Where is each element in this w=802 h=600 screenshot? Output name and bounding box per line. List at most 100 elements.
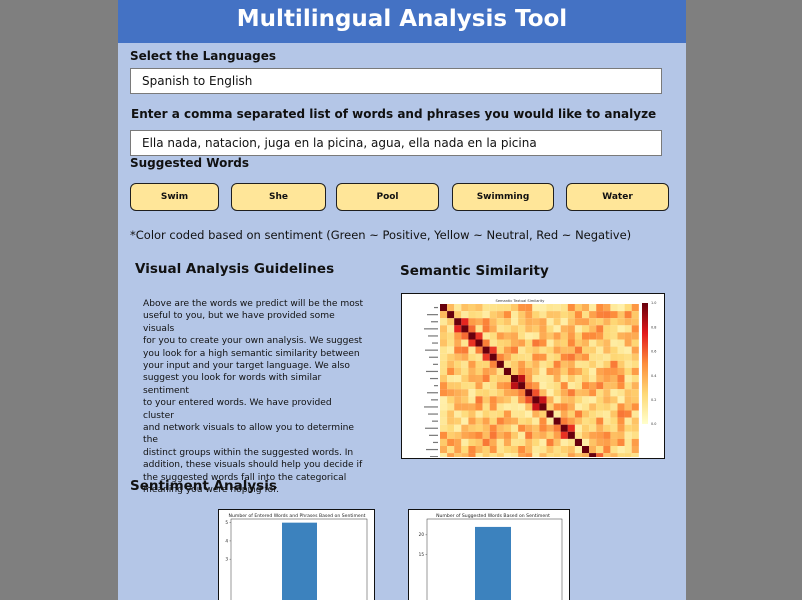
heatmap-cell	[454, 375, 462, 383]
heatmap-cell	[603, 304, 611, 312]
heatmap-cell	[539, 311, 547, 319]
heatmap-cell	[617, 304, 625, 312]
heatmap-cell	[589, 360, 597, 368]
heatmap-cell	[582, 403, 590, 411]
heatmap-cell	[589, 424, 597, 432]
suggested-word-water[interactable]: Water	[566, 183, 669, 211]
heatmap-cell	[560, 438, 568, 447]
heatmap-cell	[511, 353, 519, 361]
heatmap-colorbar	[642, 303, 648, 424]
heatmap-cell	[596, 318, 604, 326]
semantic-similarity-chart: Semantic Textual Similarity 1.0 0.8 0.6 0.4…	[401, 293, 665, 521]
heatmap-cell	[574, 446, 583, 454]
heatmap-cell	[468, 353, 476, 361]
heatmap-cell	[567, 396, 575, 404]
heatmap-cell	[617, 311, 625, 319]
heatmap-cell	[440, 339, 448, 347]
heatmap-cell	[589, 403, 597, 411]
heatmap-cell	[468, 346, 476, 354]
heatmap-cell	[454, 339, 462, 347]
heatmap-cell	[496, 375, 504, 383]
heatmap-cell	[610, 325, 618, 333]
heatmap-cell	[539, 382, 547, 390]
heatmap-cell	[496, 318, 504, 326]
semantic-similarity-heading: Semantic Similarity	[400, 263, 549, 279]
heatmap-cell	[574, 389, 583, 397]
heatmap-cell	[454, 389, 462, 397]
heatmap-cell	[511, 389, 519, 397]
heatmap-cell	[454, 382, 462, 390]
heatmap-cell	[603, 311, 611, 319]
heatmap-cell	[503, 339, 512, 347]
heatmap-cell	[539, 446, 547, 454]
heatmap-cell	[603, 389, 611, 397]
heatmap-cell	[454, 431, 462, 439]
heatmap-cell	[503, 396, 512, 404]
heatmap-cell	[617, 339, 625, 347]
heatmap-cell	[496, 339, 504, 347]
suggested-word-she[interactable]: She	[231, 183, 326, 211]
heatmap-cell	[511, 325, 519, 333]
heatmap-cell	[489, 431, 497, 439]
heatmap-cell	[489, 339, 497, 347]
heatmap-cell	[546, 389, 554, 397]
heatmap-cell	[447, 403, 455, 411]
heatmap-cell	[525, 410, 533, 418]
heatmap-cell	[525, 311, 533, 319]
heatmap-cell	[525, 382, 533, 390]
heatmap-cell	[468, 325, 476, 333]
guidelines-line: addition, these visuals should help you …	[143, 460, 363, 471]
words-input[interactable]	[130, 130, 662, 156]
heatmap-cell	[567, 382, 575, 390]
guidelines-line: suggest you look for words with similar …	[143, 373, 322, 396]
heatmap-row-label	[434, 306, 438, 309]
heatmap-cell	[440, 389, 448, 397]
suggested-word-swim[interactable]: Swim	[130, 183, 219, 211]
heatmap-cell	[532, 438, 540, 447]
heatmap-cell	[617, 417, 625, 425]
heatmap-cell	[560, 304, 568, 312]
heatmap-cell	[447, 339, 455, 347]
suggested-word-pool[interactable]: Pool	[336, 183, 439, 211]
heatmap-cell	[589, 367, 597, 376]
heatmap-cell	[489, 346, 497, 354]
heatmap-cell	[503, 325, 512, 333]
heatmap-cell	[461, 332, 469, 340]
heatmap-cell	[503, 389, 512, 397]
heatmap-cell	[582, 332, 590, 340]
heatmap-cell	[511, 332, 519, 340]
heatmap-cell	[468, 375, 476, 383]
heatmap-cell	[503, 438, 512, 447]
heatmap-cell	[511, 453, 519, 461]
suggested-words-label: Suggested Words	[130, 156, 249, 170]
heatmap-cell	[574, 431, 583, 439]
heatmap-row-label	[432, 420, 438, 422]
heatmap-cell	[525, 389, 533, 397]
heatmap-row-label	[424, 406, 438, 408]
heatmap-cell	[482, 360, 490, 368]
heatmap-cell	[468, 403, 476, 411]
heatmap-cell	[454, 353, 462, 361]
title-bar: Multilingual Analysis Tool	[118, 0, 686, 43]
heatmap-cell	[617, 353, 625, 361]
heatmap-cell	[617, 453, 625, 461]
heatmap-cell	[503, 382, 512, 390]
heatmap-cell	[596, 431, 604, 439]
suggested-word-swimming[interactable]: Swimming	[452, 183, 554, 211]
heatmap-cell	[553, 375, 561, 383]
heatmap-cell	[503, 332, 512, 340]
heatmap-cell	[454, 417, 462, 425]
sentiment-bar	[475, 526, 511, 600]
heatmap-cell	[582, 360, 590, 368]
heatmap-cell	[567, 446, 575, 454]
heatmap-cell	[461, 396, 469, 404]
heatmap-cell	[589, 375, 597, 383]
heatmap-cell	[468, 318, 476, 326]
heatmap-cell	[539, 396, 547, 404]
heatmap-cell	[603, 318, 611, 326]
heatmap-cell	[489, 304, 497, 312]
heatmap-cell	[596, 396, 604, 404]
heatmap-cell	[617, 438, 625, 447]
heatmap-cell	[468, 311, 476, 319]
languages-select[interactable]	[130, 68, 662, 94]
